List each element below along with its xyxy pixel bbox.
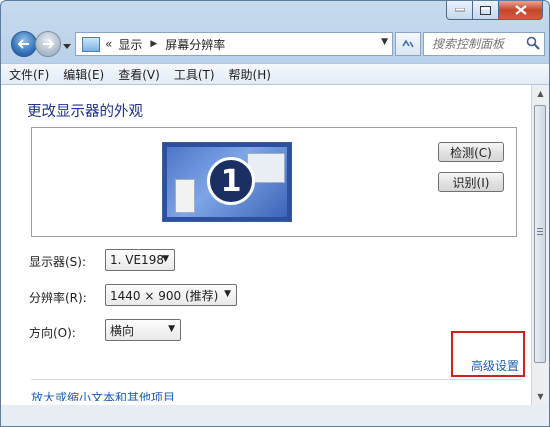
monitor-screen: 1: [167, 147, 287, 217]
monitor-preview: 1 检测(C) 识别(I): [31, 127, 517, 237]
status-area: [1, 405, 549, 426]
grip-line: [537, 228, 543, 229]
menu-help[interactable]: 帮助(H): [221, 66, 277, 83]
chevron-down-icon: ▼: [224, 289, 231, 299]
window: « 显示 ▶ 屏幕分辨率 ▼ 文件(F) 编辑(E) 查看(V) 工具(T) 帮…: [0, 0, 550, 427]
forward-button[interactable]: [35, 31, 61, 57]
resolution-label: 分辨率(R):: [29, 291, 87, 305]
close-icon: [514, 5, 527, 15]
text-size-link[interactable]: 放大或缩小文本和其他项目: [31, 389, 175, 401]
resolution-select-value: 1440 × 900 (推荐): [110, 288, 219, 303]
orientation-label: 方向(O):: [29, 326, 76, 340]
monitor-1-tile[interactable]: 1: [162, 142, 292, 222]
menu-tools[interactable]: 工具(T): [166, 66, 221, 83]
arrow-left-icon: [18, 39, 29, 49]
menu-file[interactable]: 文件(F): [1, 66, 55, 83]
breadcrumb-display[interactable]: 显示: [118, 36, 142, 53]
scroll-thumb[interactable]: [534, 105, 546, 363]
maximize-icon: [480, 5, 491, 15]
scroll-up-button[interactable]: ▲: [532, 85, 549, 102]
address-overflow-chevron[interactable]: «: [105, 37, 112, 51]
page-title: 更改显示器的外观: [27, 104, 143, 120]
grip-line: [537, 231, 543, 232]
content-area: 更改显示器的外观 1 检测(C) 识别(I) 显示器(S): 1. VE198 …: [1, 85, 549, 405]
navigation-bar: « 显示 ▶ 屏幕分辨率 ▼: [7, 31, 545, 57]
breadcrumb-separator-icon[interactable]: ▶: [150, 39, 157, 49]
back-button[interactable]: [11, 31, 37, 57]
chevron-down-icon: ▼: [162, 254, 169, 264]
display-select-value: 1. VE198: [110, 253, 164, 267]
detect-button[interactable]: 检测(C): [438, 142, 504, 162]
refresh-icon: [402, 39, 414, 48]
orientation-select-value: 横向: [110, 323, 135, 338]
menu-edit[interactable]: 编辑(E): [55, 66, 110, 83]
grip-line: [537, 234, 543, 235]
control-panel-icon: [82, 36, 100, 52]
scroll-down-button[interactable]: ▼: [532, 388, 549, 405]
advanced-settings-link[interactable]: 高级设置: [471, 357, 519, 374]
address-bar[interactable]: « 显示 ▶ 屏幕分辨率 ▼: [75, 32, 393, 56]
search-input[interactable]: [430, 36, 530, 52]
minimize-button[interactable]: [446, 1, 473, 20]
address-dropdown-icon[interactable]: ▼: [381, 37, 388, 47]
menu-view[interactable]: 查看(V): [110, 66, 166, 83]
search-icon[interactable]: [526, 36, 540, 53]
recent-pages-button[interactable]: [63, 39, 71, 53]
close-button[interactable]: [499, 1, 543, 20]
display-label: 显示器(S):: [29, 255, 87, 269]
window-thumbnail-icon: [175, 179, 195, 213]
identify-button[interactable]: 识别(I): [438, 172, 504, 192]
breadcrumb-screen-resolution[interactable]: 屏幕分辨率: [165, 36, 225, 53]
divider: [31, 379, 521, 380]
search-box[interactable]: [423, 32, 545, 56]
maximize-button[interactable]: [473, 1, 499, 20]
minimize-icon: [454, 8, 465, 12]
chevron-down-icon: ▼: [168, 324, 175, 334]
arrow-right-icon: [43, 39, 54, 49]
menu-bar: 文件(F) 编辑(E) 查看(V) 工具(T) 帮助(H): [1, 63, 549, 85]
caption-buttons: [446, 1, 543, 20]
chevron-down-icon: [63, 44, 71, 49]
orientation-select[interactable]: 横向 ▼: [105, 319, 181, 341]
vertical-scrollbar[interactable]: ▲ ▼: [531, 85, 549, 405]
resolution-select[interactable]: 1440 × 900 (推荐) ▼: [105, 284, 237, 306]
refresh-button[interactable]: [395, 32, 421, 56]
monitor-number-badge: 1: [207, 157, 255, 205]
display-select[interactable]: 1. VE198 ▼: [105, 249, 175, 271]
